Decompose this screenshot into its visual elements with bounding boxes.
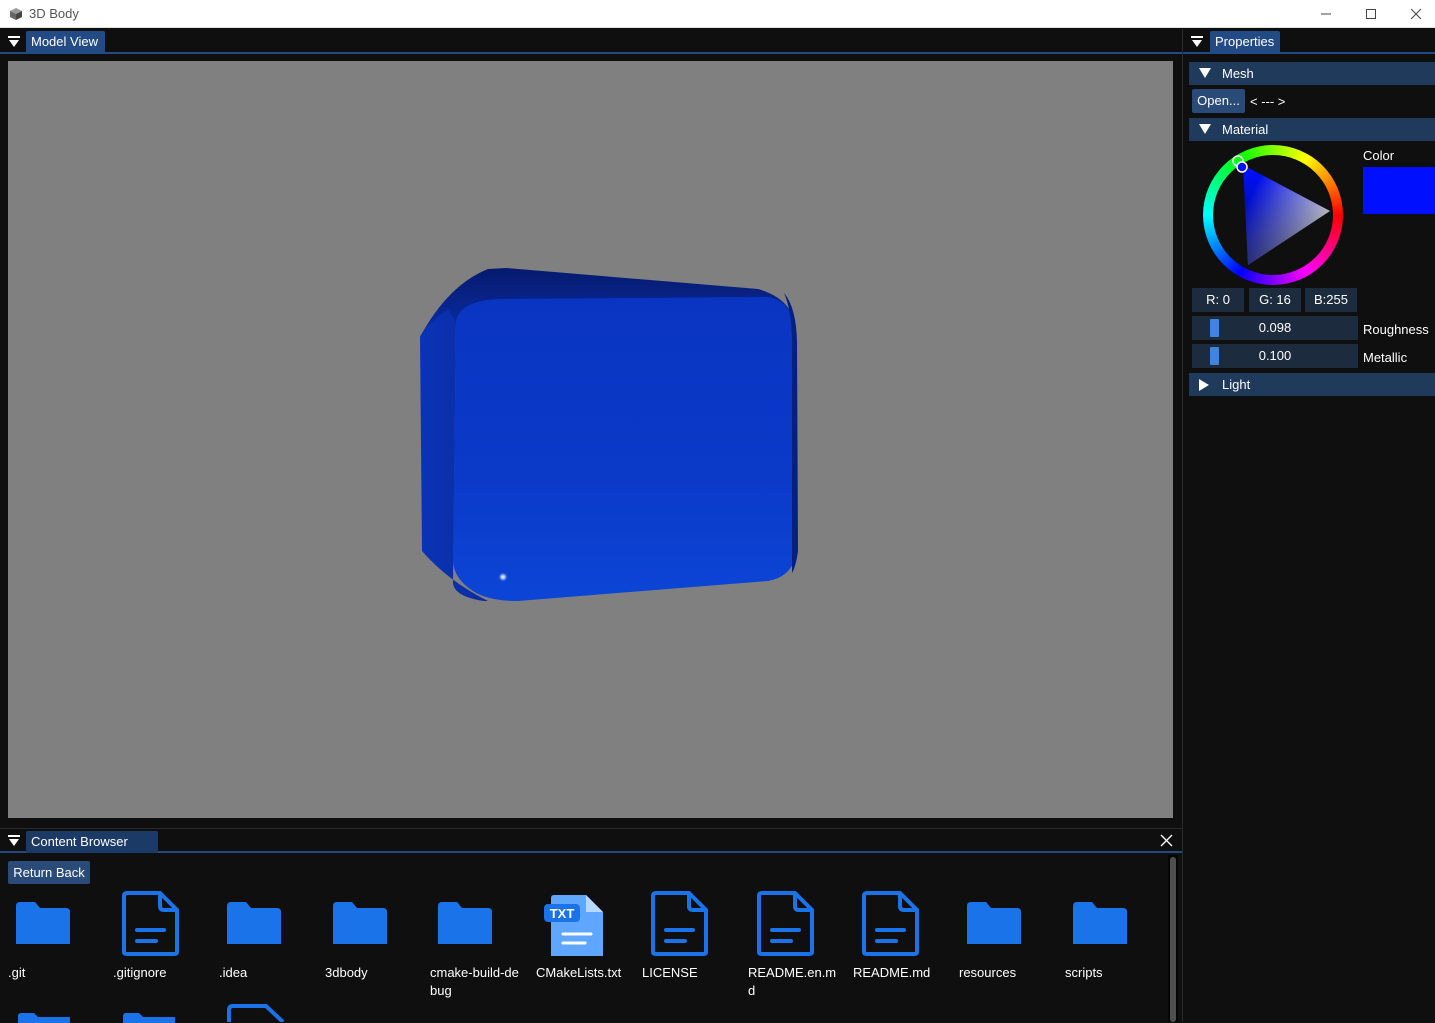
svg-text:TXT: TXT	[550, 906, 575, 921]
file-item-name: cmake-build-debug	[430, 965, 519, 998]
green-field[interactable]: G: 16	[1249, 288, 1301, 312]
return-back-button[interactable]: Return Back	[8, 861, 90, 884]
folder-icon[interactable]	[227, 900, 281, 951]
file-item-name: 3dbody	[325, 965, 368, 980]
dock-menu-icon[interactable]	[8, 835, 20, 847]
tab-model-view[interactable]: Model View	[26, 31, 105, 53]
scrollbar-thumb[interactable]	[1170, 857, 1176, 1022]
tab-content-browser[interactable]: Content Browser	[26, 831, 158, 853]
light-header[interactable]: Light	[1189, 373, 1435, 396]
mesh-header[interactable]: Mesh	[1189, 62, 1435, 85]
red-field[interactable]: R: 0	[1192, 288, 1244, 312]
model-view-tabbar: Model View	[0, 29, 1182, 54]
folder-icon[interactable]	[333, 900, 387, 951]
close-icon[interactable]	[1160, 834, 1173, 847]
window-titlebar: 3D Body	[0, 0, 1435, 28]
saturation-triangle[interactable]	[1203, 145, 1343, 285]
dock-menu-icon[interactable]	[1191, 36, 1203, 48]
app-cube-icon	[10, 8, 22, 20]
roughness-value: 0.098	[1258, 320, 1292, 335]
file-icon[interactable]	[860, 890, 920, 961]
file-item-name: .idea	[219, 965, 248, 980]
file-item-name: scripts	[1065, 965, 1103, 980]
file-item-name: .git	[8, 965, 26, 980]
file-icon[interactable]	[120, 890, 180, 961]
maximize-button[interactable]	[1348, 0, 1394, 28]
minimize-button[interactable]	[1303, 0, 1349, 28]
color-wheel-picker[interactable]	[1203, 145, 1343, 285]
file-item-name: CMakeLists.txt	[536, 965, 622, 980]
metallic-slider[interactable]: 0.100	[1192, 344, 1358, 368]
file-icon[interactable]	[226, 1004, 286, 1022]
light-header-label: Light	[1222, 377, 1251, 392]
roughness-label: Roughness	[1363, 322, 1429, 337]
color-swatch[interactable]	[1363, 167, 1435, 214]
file-item-name: README.md	[853, 965, 931, 980]
file-item-name: README.en.md	[748, 965, 837, 998]
file-item-name: LICENSE	[642, 965, 698, 980]
window-title: 3D Body	[29, 6, 79, 21]
close-icon	[1410, 8, 1422, 20]
roughness-slider[interactable]: 0.098	[1192, 316, 1358, 340]
properties-tabbar: Properties	[1183, 29, 1435, 54]
metallic-label: Metallic	[1363, 350, 1408, 365]
txt-file-icon[interactable]: TXT	[543, 892, 603, 963]
content-browser-scrollbar[interactable]	[1168, 855, 1178, 1022]
file-item-name: .gitignore	[113, 965, 167, 980]
dock-menu-icon[interactable]	[8, 36, 20, 48]
mesh-header-label: Mesh	[1222, 66, 1254, 81]
expanded-triangle-icon	[1199, 68, 1211, 78]
folder-icon[interactable]	[1073, 900, 1127, 951]
sv-marker[interactable]	[1236, 161, 1248, 173]
model-viewport[interactable]	[8, 61, 1173, 818]
blue-field[interactable]: B:255	[1305, 288, 1357, 312]
folder-icon[interactable]	[16, 900, 70, 951]
expanded-triangle-icon	[1199, 124, 1211, 134]
folder-icon[interactable]	[438, 900, 492, 951]
file-icon[interactable]	[755, 890, 815, 961]
maximize-icon	[1366, 9, 1376, 19]
minimize-icon	[1321, 13, 1331, 15]
tab-properties[interactable]: Properties	[1210, 31, 1280, 53]
color-label: Color	[1363, 148, 1395, 163]
rendered-cube	[420, 268, 798, 601]
mesh-file-name: < --- >	[1250, 94, 1286, 109]
file-item-name: resources	[959, 965, 1017, 980]
content-browser-tabbar: Content Browser	[0, 828, 1182, 853]
file-icon[interactable]	[649, 890, 709, 961]
material-header[interactable]: Material	[1189, 118, 1435, 141]
folder-icon[interactable]	[967, 900, 1021, 951]
metallic-value: 0.100	[1258, 348, 1292, 363]
properties-panel: Properties Mesh Open... < --- > Material	[1182, 29, 1435, 1022]
open-mesh-button[interactable]: Open...	[1192, 89, 1245, 113]
material-header-label: Material	[1222, 122, 1269, 137]
close-window-button[interactable]	[1393, 0, 1435, 28]
collapsed-triangle-icon	[1199, 379, 1209, 391]
